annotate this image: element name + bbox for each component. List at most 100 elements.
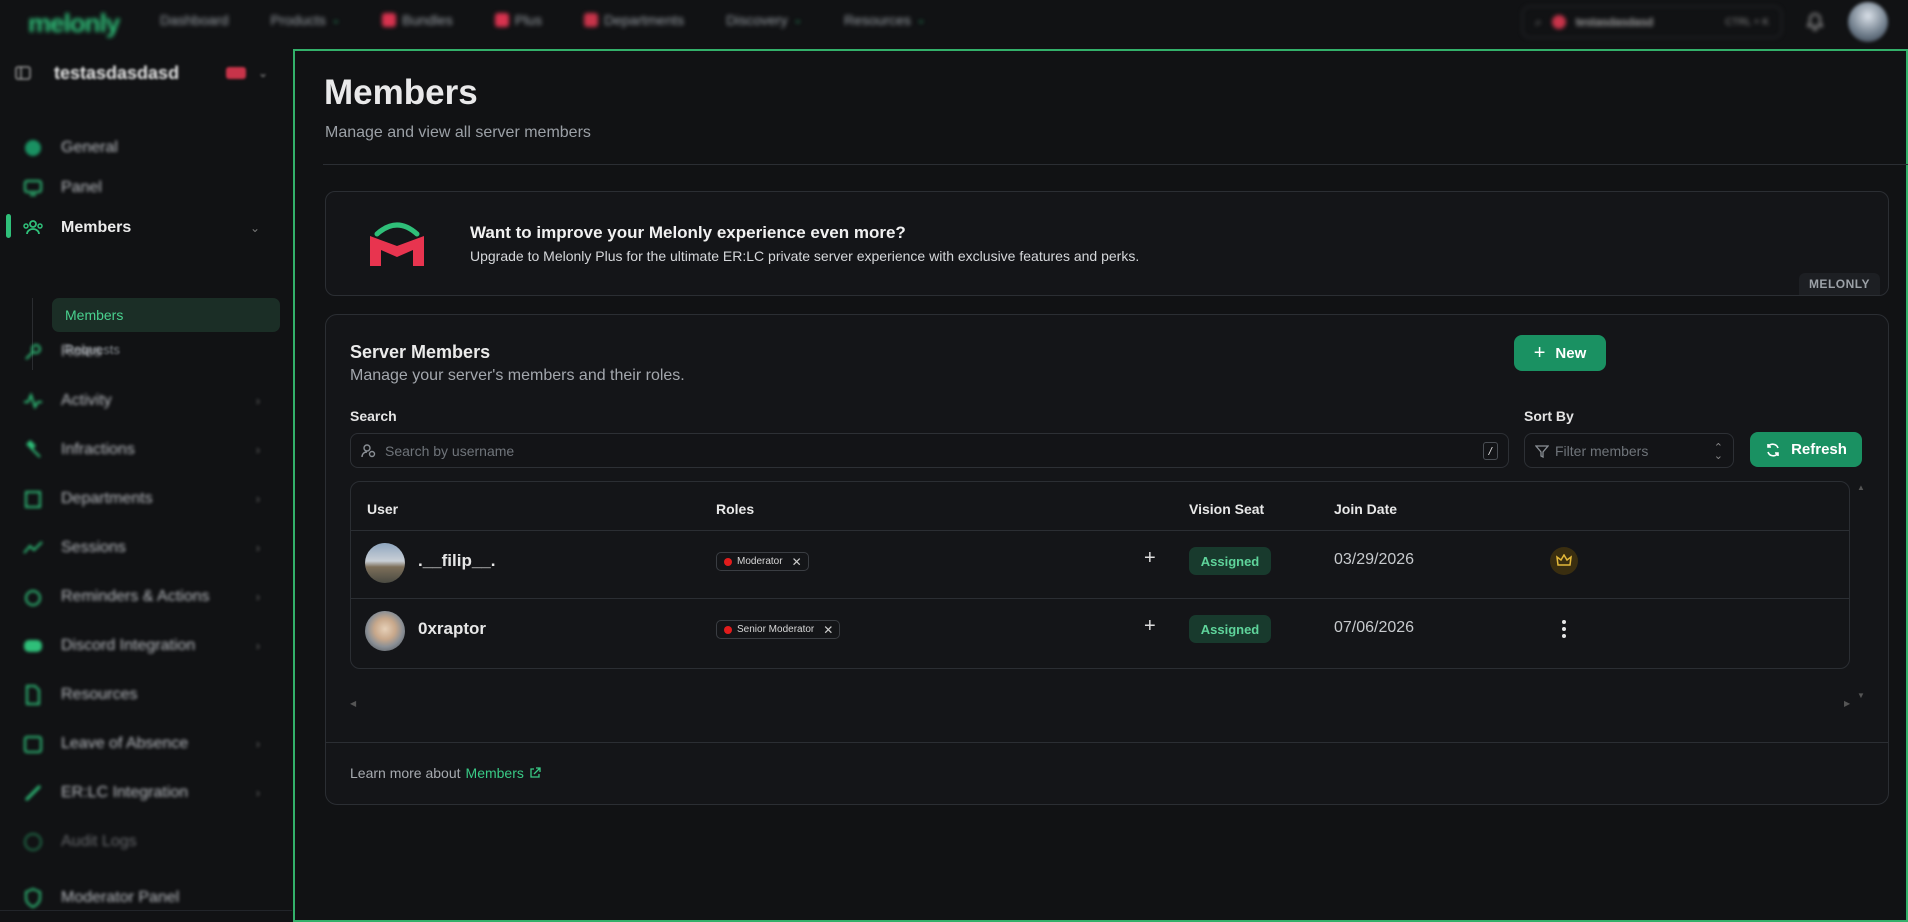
- nav-plus[interactable]: Plus: [494, 12, 542, 28]
- link-icon: [24, 784, 42, 802]
- sidebar-item-panel[interactable]: Panel: [0, 168, 280, 208]
- nav-discovery-label: Discovery: [726, 12, 788, 28]
- username[interactable]: .__filip__.: [418, 551, 495, 571]
- sidebar-item-label: Panel: [61, 179, 102, 196]
- search-input[interactable]: Search by username /: [350, 433, 1509, 468]
- nav-resources-label: Resources: [843, 12, 911, 28]
- sidebar-toggle-icon[interactable]: [14, 64, 32, 82]
- sort-select[interactable]: Filter members ⌃ ⌄: [1524, 433, 1734, 468]
- sidebar-item-sessions[interactable]: Sessions ›: [0, 528, 280, 568]
- nav-departments[interactable]: Departments: [583, 12, 684, 28]
- sidebar-item-moderator-panel[interactable]: Moderator Panel: [0, 878, 280, 918]
- sidebar-item-departments[interactable]: Departments ›: [0, 479, 280, 519]
- external-link-icon[interactable]: [529, 767, 541, 779]
- sidebar: testasdasdasd ⌄ General Panel Members ⌄ …: [0, 44, 292, 922]
- table-row[interactable]: 0xraptor Senior Moderator ✕ + Assigned 0…: [351, 598, 1849, 668]
- chevron-down-icon: ⌄: [249, 221, 260, 235]
- refresh-button-label: Refresh: [1791, 441, 1847, 458]
- search-label: Search: [350, 408, 397, 424]
- sidebar-item-resources[interactable]: Resources: [0, 675, 280, 715]
- learn-more: Learn more about Members: [350, 765, 541, 781]
- sidebar-item-discord[interactable]: Discord Integration ›: [0, 626, 280, 666]
- promo-title: Want to improve your Melonly experience …: [470, 223, 906, 242]
- chevron-right-icon: ›: [256, 492, 260, 506]
- search-shortcut-key: /: [1483, 442, 1498, 460]
- role-chip[interactable]: Senior Moderator ✕: [716, 620, 841, 639]
- top-navbar: melonly Dashboard Products ⌄ Bundles Plus…: [0, 0, 1908, 44]
- sidebar-item-activity[interactable]: Activity ›: [0, 381, 280, 421]
- close-icon[interactable]: ✕: [792, 555, 802, 569]
- nav-discovery[interactable]: Discovery ⌄: [726, 12, 802, 28]
- nav-resources[interactable]: Resources ⌄: [844, 12, 925, 28]
- user-search-icon: [361, 443, 376, 457]
- column-header-join-date[interactable]: Join Date: [1334, 501, 1397, 517]
- sidebar-item-roles[interactable]: Roles: [0, 332, 280, 372]
- avatar[interactable]: [365, 611, 405, 651]
- sidebar-item-general[interactable]: General: [0, 128, 280, 168]
- panel-title: Server Members: [350, 342, 491, 362]
- sort-label: Sort By: [1524, 408, 1574, 424]
- users-icon: [23, 220, 43, 235]
- sidebar-item-label: Roles: [61, 343, 102, 360]
- members-docs-link[interactable]: Members: [466, 765, 524, 781]
- sidebar-item-audit-logs[interactable]: Audit Logs: [0, 822, 280, 862]
- username[interactable]: 0xraptor: [418, 619, 486, 639]
- chevron-right-icon: ›: [256, 443, 260, 457]
- search-shortcut: CTRL + K: [1725, 16, 1769, 28]
- user-avatar[interactable]: [1848, 2, 1888, 42]
- updown-chevron-icon: ⌃ ⌄: [1713, 442, 1723, 462]
- promo-text: Upgrade to Melonly Plus for the ultimate…: [470, 248, 1140, 264]
- sidebar-item-label: Audit Logs: [61, 833, 137, 850]
- server-members-panel: Server Members Manage your server's memb…: [325, 314, 1889, 805]
- gavel-icon: [26, 440, 41, 458]
- sidebar-item-loa[interactable]: Leave of Absence ›: [0, 724, 280, 764]
- column-header-vision-seat[interactable]: Vision Seat: [1189, 501, 1264, 517]
- search-icon: ⌕: [1535, 14, 1542, 29]
- chevron-right-icon: ›: [256, 541, 260, 555]
- sidebar-item-reminders[interactable]: Reminders & Actions ›: [0, 577, 280, 617]
- search-placeholder: Search by username: [385, 442, 515, 459]
- nav-bundles[interactable]: Bundles: [382, 12, 453, 28]
- panel-subtitle: Manage your server's members and their r…: [350, 367, 685, 384]
- scroll-right-arrow[interactable]: ▶: [1844, 699, 1850, 708]
- server-icon: [1551, 15, 1566, 29]
- sidebar-item-label: Discord Integration: [61, 637, 196, 654]
- refresh-icon: [1767, 442, 1779, 457]
- melonly-logo[interactable]: melonly: [28, 8, 120, 39]
- new-button-label: New: [1555, 344, 1587, 362]
- sidebar-item-infractions[interactable]: Infractions ›: [0, 430, 280, 470]
- table-row[interactable]: .__filip__. Moderator ✕ + Assigned 03/29…: [351, 530, 1849, 586]
- more-options-icon[interactable]: [1557, 617, 1571, 641]
- role-chip[interactable]: Moderator ✕: [716, 552, 809, 571]
- departments-icon: [583, 13, 598, 27]
- avatar[interactable]: [365, 543, 405, 583]
- column-header-user[interactable]: User: [367, 501, 398, 517]
- role-name: Moderator: [737, 556, 783, 567]
- add-role-button[interactable]: +: [1144, 547, 1156, 570]
- scroll-left-arrow[interactable]: ◀: [350, 699, 356, 708]
- server-selector[interactable]: testasdasdasd ⌄: [14, 58, 276, 88]
- column-header-roles[interactable]: Roles: [716, 501, 754, 517]
- add-role-button[interactable]: +: [1144, 615, 1156, 638]
- sidebar-item-label: Leave of Absence: [61, 735, 189, 752]
- global-search[interactable]: ⌕ testasdasdasd CTRL + K: [1522, 6, 1782, 38]
- activity-icon: [24, 392, 42, 410]
- sidebar-item-erlc[interactable]: ER:LC Integration ›: [0, 773, 280, 813]
- chevron-right-icon: ›: [256, 786, 260, 800]
- plus-promo-banner[interactable]: Want to improve your Melonly experience …: [325, 191, 1889, 296]
- sidebar-item-label: Moderator Panel: [61, 889, 180, 906]
- new-member-button[interactable]: + New: [1514, 335, 1606, 371]
- chevron-down-icon: ⌄: [793, 14, 802, 26]
- close-icon[interactable]: ✕: [823, 623, 833, 637]
- sidebar-item-members[interactable]: Members ⌄: [0, 208, 280, 248]
- file-icon: [26, 685, 40, 705]
- bell-icon[interactable]: [1805, 12, 1825, 32]
- refresh-button[interactable]: Refresh: [1750, 432, 1862, 467]
- scroll-up-arrow[interactable]: ▲: [1857, 483, 1865, 492]
- server-badge-icon: [226, 67, 246, 79]
- scroll-down-arrow[interactable]: ▼: [1857, 691, 1865, 700]
- sidebar-subitem-members[interactable]: Members: [52, 298, 280, 332]
- sidebar-item-label: Reminders & Actions: [61, 588, 210, 605]
- nav-products[interactable]: Products ⌄: [271, 12, 341, 28]
- nav-dashboard[interactable]: Dashboard: [160, 12, 229, 28]
